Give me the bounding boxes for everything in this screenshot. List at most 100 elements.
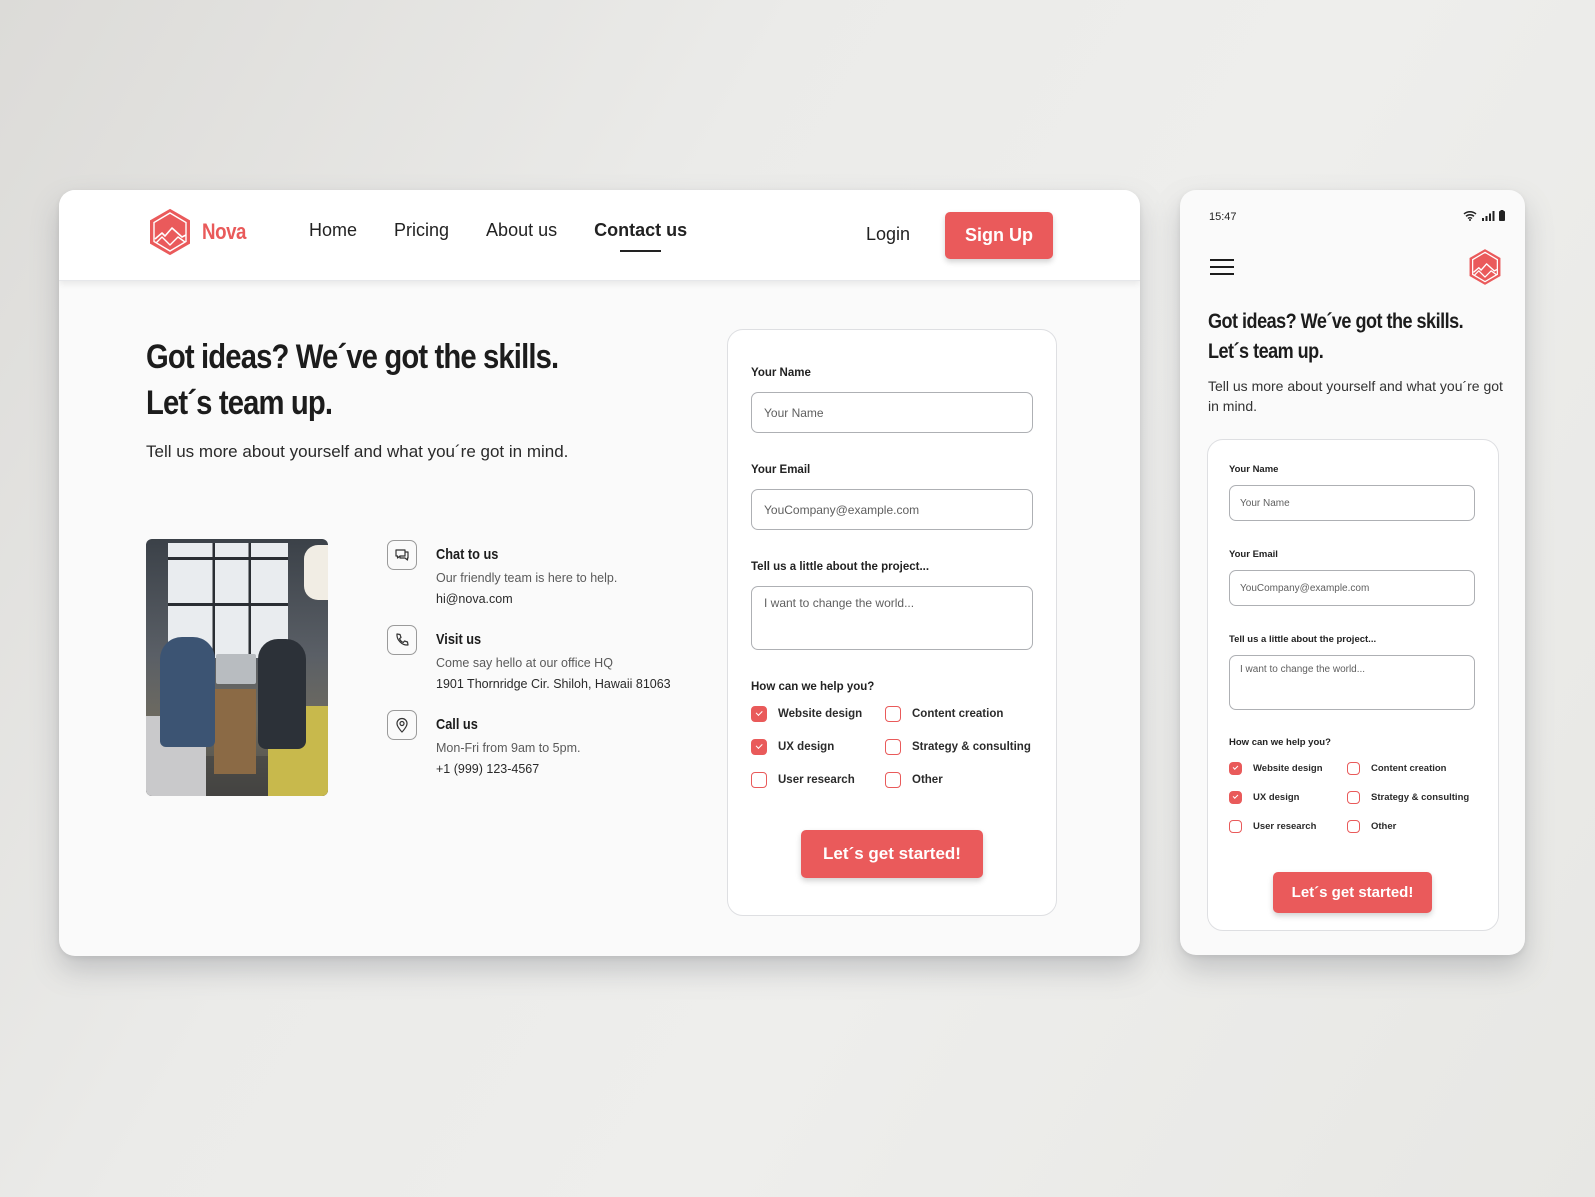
checkbox-other[interactable]: Other	[885, 772, 1045, 788]
checkbox-label: Website design	[778, 708, 863, 720]
checkbox-label: UX design	[1253, 792, 1300, 803]
photo-table	[214, 689, 256, 774]
phone-icon	[387, 625, 417, 655]
checkbox[interactable]	[751, 739, 767, 755]
checkbox[interactable]	[1229, 820, 1242, 833]
mobile-page-subtitle: Tell us more about yourself and what you…	[1208, 378, 1503, 414]
checkbox-user-research[interactable]: User research	[751, 772, 885, 788]
nav-link-about[interactable]: About us	[486, 220, 557, 241]
desktop-frame: Nova Home Pricing About us Contact us Lo…	[59, 190, 1140, 956]
team-photo	[146, 539, 328, 796]
photo-person-right	[258, 639, 306, 749]
checkbox-label: UX design	[778, 741, 835, 753]
page-title: Got ideas? We´ve got the skills. Let´s t…	[146, 334, 559, 426]
help-label: How can we help you?	[751, 681, 875, 693]
nav-link-contact[interactable]: Contact us	[594, 220, 687, 252]
brand-logo[interactable]: Nova	[148, 208, 254, 256]
photo-laptop	[216, 654, 256, 684]
contact-title: Chat to us	[436, 546, 499, 563]
help-label: How can we help you?	[1229, 737, 1331, 748]
battery-icon	[1499, 210, 1505, 221]
hamburger-menu-icon[interactable]	[1210, 259, 1234, 277]
checkbox-label: Website design	[1253, 763, 1323, 774]
checkbox-website-design[interactable]: Website design	[1229, 762, 1347, 775]
services-checkbox-group: Website design Content creation UX desig…	[1229, 762, 1477, 833]
email-label: Your Email	[751, 464, 811, 476]
name-input[interactable]	[751, 392, 1033, 433]
checkbox-label: Strategy & consulting	[1371, 792, 1470, 803]
page-title-line-1: Got ideas? We´ve got the skills.	[146, 338, 559, 376]
checkbox-label: Content creation	[912, 708, 1004, 720]
mobile-title-line-1: Got ideas? We´ve got the skills.	[1208, 310, 1464, 333]
photo-lamp	[304, 545, 328, 600]
hexagon-mountain-logo-icon	[150, 208, 190, 256]
submit-button[interactable]: Let´s get started!	[801, 830, 983, 878]
checkbox[interactable]	[1229, 791, 1242, 804]
checkbox[interactable]	[885, 772, 901, 788]
contact-email[interactable]: hi@nova.com	[436, 592, 513, 606]
checkbox[interactable]	[751, 772, 767, 788]
wifi-icon	[1463, 210, 1477, 221]
project-textarea[interactable]	[751, 586, 1033, 650]
status-icons	[1463, 210, 1505, 221]
contact-phone[interactable]: +1 (999) 123-4567	[436, 762, 539, 776]
checkbox[interactable]	[885, 739, 901, 755]
checkbox-other[interactable]: Other	[1347, 820, 1477, 833]
email-label: Your Email	[1229, 549, 1278, 560]
checkbox-label: Content creation	[1371, 763, 1447, 774]
page-subtitle: Tell us more about yourself and what you…	[146, 442, 569, 461]
checkbox-label: Other	[912, 774, 943, 786]
name-label: Your Name	[1229, 464, 1279, 475]
checkbox[interactable]	[885, 706, 901, 722]
contact-description: Come say hello at our office HQ	[436, 656, 613, 670]
signup-button[interactable]: Sign Up	[945, 212, 1053, 259]
checkbox-strategy-consulting[interactable]: Strategy & consulting	[1347, 791, 1477, 804]
checkbox-label: User research	[1253, 821, 1317, 832]
checkbox-content-creation[interactable]: Content creation	[885, 706, 1045, 722]
signal-icon	[1482, 211, 1495, 221]
checkbox-user-research[interactable]: User research	[1229, 820, 1347, 833]
location-pin-icon	[387, 710, 417, 740]
hexagon-mountain-logo-icon[interactable]	[1468, 248, 1502, 286]
project-label: Tell us a little about the project...	[1229, 634, 1377, 645]
checkbox[interactable]	[1229, 762, 1242, 775]
checkbox-label: Other	[1371, 821, 1397, 832]
nav-link-home[interactable]: Home	[309, 220, 357, 241]
mobile-page-title: Got ideas? We´ve got the skills. Let´s t…	[1208, 307, 1464, 367]
top-navbar: Nova Home Pricing About us Contact us Lo…	[59, 190, 1140, 281]
contact-description: Mon-Fri from 9am to 5pm.	[436, 741, 581, 755]
brand-name: Nova	[202, 219, 247, 244]
nav-links: Home Pricing About us Contact us	[309, 220, 724, 252]
checkbox-strategy-consulting[interactable]: Strategy & consulting	[885, 739, 1045, 755]
checkbox-content-creation[interactable]: Content creation	[1347, 762, 1477, 775]
checkbox[interactable]	[1347, 762, 1360, 775]
mobile-title-line-2: Let´s team up.	[1208, 340, 1324, 363]
status-time: 15:47	[1209, 211, 1237, 223]
checkbox-ux-design[interactable]: UX design	[751, 739, 885, 755]
project-textarea[interactable]	[1229, 655, 1475, 710]
mobile-contact-form-card: Your Name Your Email Tell us a little ab…	[1207, 439, 1499, 931]
name-input[interactable]	[1229, 485, 1475, 521]
project-label: Tell us a little about the project...	[751, 561, 930, 573]
checkbox[interactable]	[1347, 791, 1360, 804]
nav-link-pricing[interactable]: Pricing	[394, 220, 449, 241]
mobile-frame: 15:47 Got ideas? We´ve got the skills. L…	[1180, 190, 1525, 955]
services-checkbox-group: Website design Content creation UX desig…	[751, 706, 1045, 788]
checkbox-website-design[interactable]: Website design	[751, 706, 885, 722]
checkbox[interactable]	[751, 706, 767, 722]
submit-button[interactable]: Let´s get started!	[1273, 872, 1432, 913]
contact-title: Call us	[436, 716, 478, 733]
photo-person-left	[160, 637, 215, 747]
contact-address: 1901 Thornridge Cir. Shiloh, Hawaii 8106…	[436, 677, 671, 691]
name-label: Your Name	[751, 367, 811, 379]
contact-form-card: Your Name Your Email Tell us a little ab…	[727, 329, 1057, 916]
checkbox[interactable]	[1347, 820, 1360, 833]
login-link[interactable]: Login	[866, 224, 910, 245]
email-input[interactable]	[751, 489, 1033, 530]
checkbox-label: User research	[778, 774, 855, 786]
checkbox-label: Strategy & consulting	[912, 741, 1031, 753]
checkbox-ux-design[interactable]: UX design	[1229, 791, 1347, 804]
email-input[interactable]	[1229, 570, 1475, 606]
chat-icon	[387, 540, 417, 570]
contact-description: Our friendly team is here to help.	[436, 571, 618, 585]
